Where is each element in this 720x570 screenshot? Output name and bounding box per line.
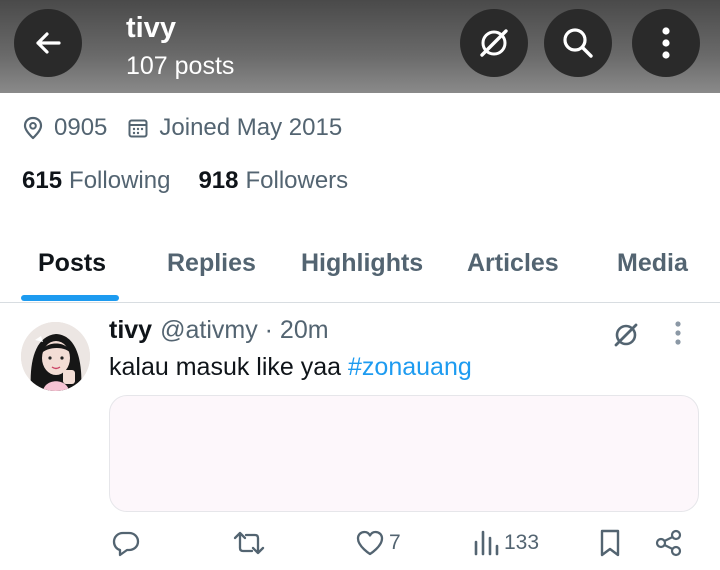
grok-icon: [614, 323, 638, 347]
post-body: kalau masuk like yaa: [109, 353, 349, 381]
avatar-image: [21, 322, 90, 391]
tab-highlights[interactable]: Highlights: [301, 240, 423, 286]
post-author-name[interactable]: tivy: [109, 316, 152, 345]
header-post-count: 107 posts: [126, 52, 235, 80]
bookmark-button[interactable]: [597, 528, 623, 558]
profile-meta: 0905 Joined May 2015: [22, 114, 342, 142]
followers-label[interactable]: Followers: [245, 167, 348, 195]
like-count: 7: [389, 531, 401, 554]
bookmark-icon: [600, 529, 620, 557]
view-count: 133: [504, 531, 540, 554]
post-handle-time[interactable]: @ativmy · 20m: [160, 316, 328, 345]
post-actions: 7 133: [0, 528, 720, 570]
avatar[interactable]: [21, 322, 90, 391]
tab-media[interactable]: Media: [617, 240, 688, 286]
active-tab-indicator: [21, 295, 119, 301]
back-arrow-icon: [36, 32, 61, 54]
like-button[interactable]: 7: [355, 528, 401, 558]
profile-tabs: Posts Replies Highlights Articles Media: [0, 240, 720, 302]
views-button[interactable]: 133: [472, 528, 539, 558]
location-text: 0905: [54, 114, 108, 141]
follow-stats: 615 Following 918 Followers: [22, 167, 348, 195]
grok-button[interactable]: [460, 9, 528, 77]
post-hashtag[interactable]: #zonauang: [348, 353, 472, 381]
following-count[interactable]: 615: [22, 167, 62, 195]
search-icon: [563, 28, 593, 58]
heart-icon: [356, 530, 384, 556]
share-icon: [655, 529, 682, 557]
post-more-button[interactable]: [674, 320, 682, 351]
profile-header: tivy 107 posts: [0, 0, 720, 93]
tab-replies[interactable]: Replies: [167, 240, 256, 286]
tabs-divider: [0, 302, 720, 303]
more-vertical-icon: [675, 321, 681, 345]
search-button[interactable]: [544, 9, 612, 77]
join-date: Joined May 2015: [127, 114, 342, 142]
grok-icon: [480, 29, 508, 57]
tab-posts[interactable]: Posts: [38, 240, 106, 286]
more-vertical-icon: [662, 27, 670, 59]
calendar-icon: [128, 119, 148, 138]
reply-button[interactable]: [111, 528, 141, 558]
tab-articles[interactable]: Articles: [467, 240, 559, 286]
back-button[interactable]: [14, 9, 82, 77]
repost-icon: [233, 531, 265, 555]
location: 0905: [22, 114, 107, 142]
post-media[interactable]: [109, 395, 699, 512]
repost-button[interactable]: [232, 528, 266, 558]
share-button[interactable]: [654, 528, 684, 558]
location-pin-icon: [23, 116, 43, 140]
views-chart-icon: [474, 530, 499, 556]
post-header: tivy @ativmy · 20m: [109, 316, 329, 345]
following-label[interactable]: Following: [69, 167, 170, 195]
more-options-button[interactable]: [632, 9, 700, 77]
join-date-text: Joined May 2015: [159, 114, 343, 141]
post-grok-button[interactable]: [611, 320, 641, 355]
reply-icon: [112, 531, 140, 557]
followers-count[interactable]: 918: [198, 167, 238, 195]
header-title: tivy: [126, 12, 176, 44]
post-text: kalau masuk like yaa #zonauang: [109, 353, 472, 382]
